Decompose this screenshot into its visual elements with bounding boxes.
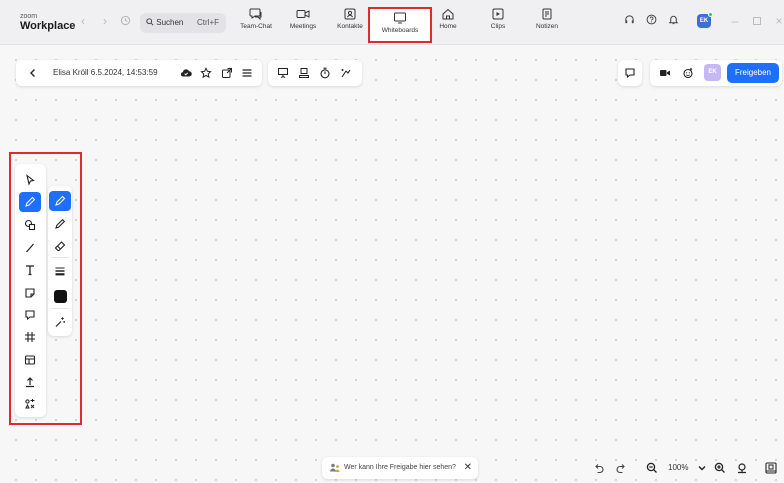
whiteboard-icon: [394, 12, 406, 24]
close-icon[interactable]: ×: [770, 12, 784, 30]
forward-arrow-icon[interactable]: ›: [98, 12, 112, 30]
back-arrow-icon[interactable]: ‹: [76, 12, 90, 30]
collaborator-avatar[interactable]: EK: [704, 64, 721, 81]
cloud-saved-icon[interactable]: [177, 64, 195, 82]
redo-icon[interactable]: [612, 459, 630, 477]
menu-icon[interactable]: [238, 64, 256, 82]
whiteboard-canvas[interactable]: [0, 46, 784, 483]
video-call-icon[interactable]: [656, 64, 674, 82]
help-icon[interactable]: [642, 12, 660, 30]
people-icon: [330, 463, 340, 472]
avatar[interactable]: EK: [697, 12, 713, 28]
title-bar: zoom Workplace ‹ › Suchen Ctrl+F Team-Ch…: [0, 0, 784, 45]
logo-small-text: zoom: [20, 13, 38, 20]
visibility-notice[interactable]: Wer kann Ihre Freigabe hier sehen? ✕: [322, 457, 478, 479]
share-button[interactable]: Freigeben: [727, 63, 779, 83]
comment-icon[interactable]: [621, 64, 639, 82]
bell-icon[interactable]: [664, 12, 682, 30]
zoom-out-icon[interactable]: [643, 459, 661, 477]
history-icon[interactable]: [118, 12, 132, 30]
minimap-icon[interactable]: [762, 459, 780, 477]
tab-home[interactable]: Home: [420, 8, 476, 38]
home-icon: [442, 8, 454, 20]
search-shortcut: Ctrl+F: [197, 18, 219, 27]
contacts-icon: [344, 8, 356, 20]
whiteboard-title[interactable]: Elisa Kröll 6.5.2024, 14:53:59: [53, 68, 158, 77]
tab-label: Notizen: [535, 23, 559, 30]
laser-pointer-icon[interactable]: [337, 64, 355, 82]
tab-label: Home: [439, 23, 457, 30]
app-logo: zoom Workplace: [20, 13, 75, 32]
zoom-level[interactable]: 100%: [668, 463, 688, 472]
stamp-icon[interactable]: [295, 64, 313, 82]
tab-clips[interactable]: Clips: [470, 8, 526, 38]
fit-to-screen-icon[interactable]: [733, 459, 751, 477]
reactions-icon[interactable]: [679, 64, 697, 82]
headset-icon[interactable]: [620, 12, 638, 30]
tab-label: Clips: [490, 23, 506, 30]
zoom-in-icon[interactable]: [711, 459, 729, 477]
open-external-icon[interactable]: [218, 64, 236, 82]
star-icon[interactable]: [197, 64, 215, 82]
tool-palette-highlight: [9, 152, 82, 425]
timer-icon[interactable]: [316, 64, 334, 82]
tab-notes[interactable]: Notizen: [519, 8, 575, 38]
logo-name-text: Workplace: [20, 20, 76, 32]
status-badge: [708, 12, 713, 17]
present-icon[interactable]: [274, 64, 292, 82]
clips-icon: [492, 8, 504, 20]
search-label: Suchen: [156, 18, 184, 27]
avatar-initials: EK: [699, 18, 709, 24]
notes-icon: [542, 8, 552, 20]
undo-icon[interactable]: [590, 459, 608, 477]
minimize-icon[interactable]: –: [726, 12, 744, 30]
close-icon[interactable]: ✕: [464, 457, 472, 479]
chevron-down-icon[interactable]: [693, 459, 711, 477]
chat-icon: [249, 8, 262, 20]
video-icon: [296, 10, 310, 18]
search-input[interactable]: Suchen Ctrl+F: [140, 13, 226, 33]
visibility-text: Wer kann Ihre Freigabe hier sehen?: [344, 464, 456, 471]
back-icon[interactable]: [24, 64, 42, 82]
maximize-icon[interactable]: [748, 12, 766, 30]
